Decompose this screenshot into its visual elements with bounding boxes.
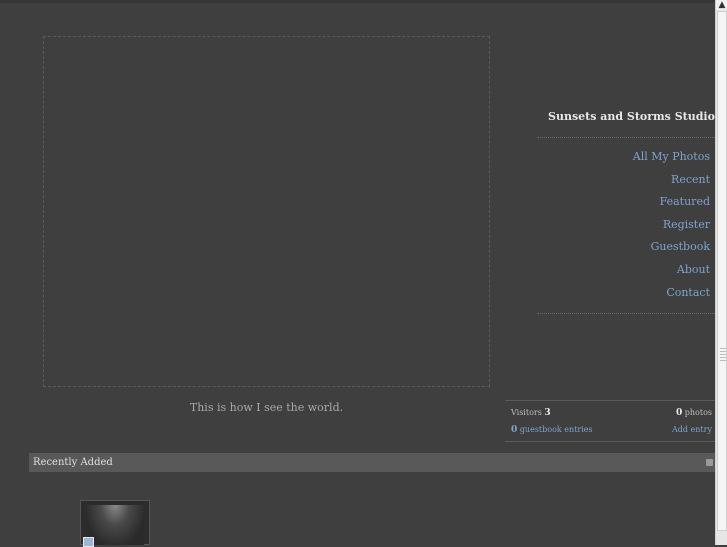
guestbook-label: guestbook entries — [519, 425, 593, 434]
nav-divider-bottom — [537, 313, 715, 314]
nav-recent[interactable]: Recent — [560, 171, 710, 194]
nav-divider-top — [537, 137, 715, 138]
thumbnail-image — [86, 505, 144, 545]
nav-about[interactable]: About — [560, 261, 710, 284]
hero-caption: This is how I see the world. — [189, 401, 344, 414]
photo-badge-icon — [83, 537, 94, 547]
guestbook-count: 0 — [511, 425, 518, 435]
nav-contact[interactable]: Contact — [560, 284, 710, 307]
recently-added-label: Recently Added — [33, 457, 113, 468]
hero-image-frame — [43, 36, 490, 387]
scroll-up-arrow-icon[interactable]: ▲ — [716, 0, 727, 10]
visitors-label: Visitors — [511, 408, 542, 417]
nav-featured[interactable]: Featured — [560, 193, 710, 216]
photos-count: 0 — [675, 408, 683, 418]
site-title[interactable]: Sunsets and Storms Studios — [548, 110, 721, 123]
rss-icon[interactable] — [706, 459, 713, 466]
scrollbar-thumb[interactable] — [717, 11, 727, 531]
scrollbar-grip-icon — [720, 348, 726, 362]
nav-guestbook[interactable]: Guestbook — [560, 238, 710, 261]
main-nav: All My Photos Recent Featured Register G… — [560, 148, 710, 306]
guestbook-entries-link[interactable]: 0 guestbook entries — [511, 425, 593, 435]
photos-label: photos — [684, 408, 712, 417]
nav-register[interactable]: Register — [560, 216, 710, 239]
add-entry-link[interactable]: Add entry — [672, 425, 712, 434]
recently-added-bar: Recently Added — [29, 453, 715, 472]
nav-all-my-photos[interactable]: All My Photos — [560, 148, 710, 171]
site-stats: Visitors 3 0 photos 0 guestbook entries … — [505, 400, 715, 442]
top-band — [0, 0, 715, 3]
recent-photo-thumbnail[interactable] — [80, 500, 150, 547]
vertical-scrollbar[interactable]: ▲ — [715, 0, 727, 545]
visitors-count: 3 — [544, 408, 551, 418]
